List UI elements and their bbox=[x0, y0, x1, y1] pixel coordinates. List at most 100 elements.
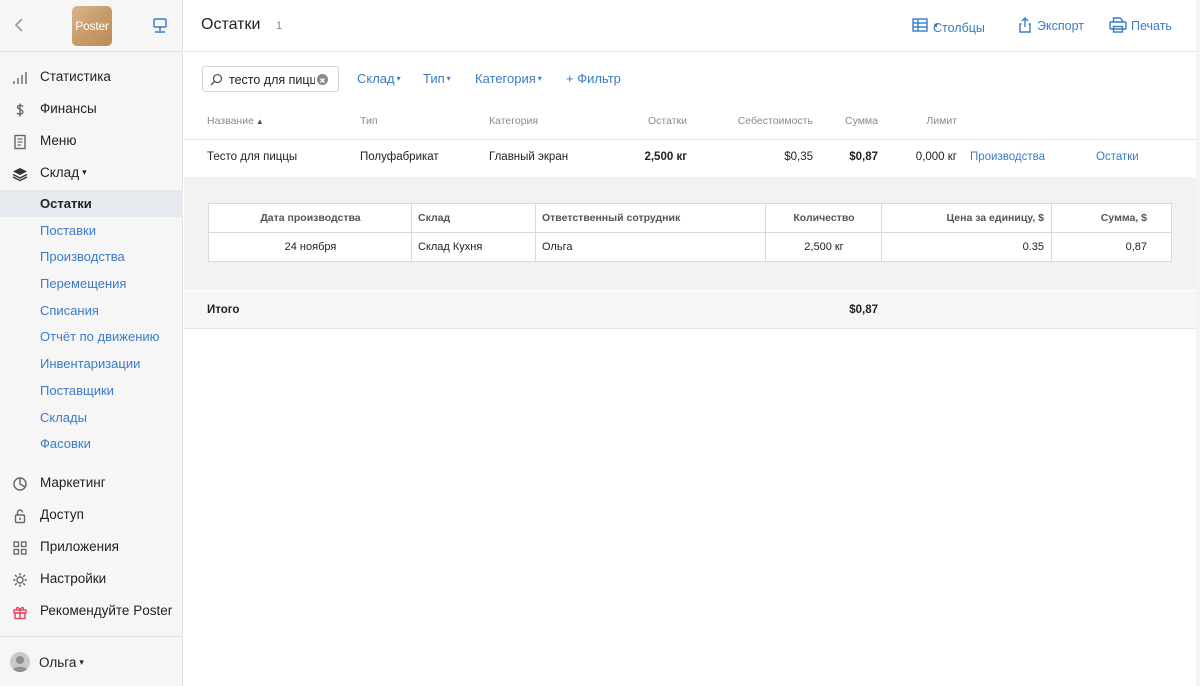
export-button[interactable]: Экспорт bbox=[1017, 17, 1087, 35]
export-icon bbox=[1019, 17, 1031, 33]
detail-cell-sum-text: 0,87 bbox=[1125, 241, 1147, 253]
sidebar-item-access[interactable]: Доступ bbox=[0, 500, 183, 532]
detail-header-employee-text: Ответственный сотрудник bbox=[542, 212, 681, 224]
sidebar-item-recommend[interactable]: Рекомендуйте Poster bbox=[0, 596, 183, 628]
sidebar-item-menu[interactable]: Меню bbox=[0, 126, 183, 158]
sidebar-item-supplies[interactable]: Поставки bbox=[0, 217, 183, 244]
sidebar-item-label: Меню bbox=[40, 133, 77, 148]
detail-header-warehouse: Склад bbox=[412, 204, 536, 233]
filter-warehouse-label: Склад bbox=[357, 71, 395, 86]
search-icon bbox=[210, 73, 223, 86]
sidebar-item-label: Финансы bbox=[40, 101, 97, 116]
sidebar-item-marketing[interactable]: Маркетинг bbox=[0, 468, 183, 500]
items-count: 1 bbox=[276, 20, 283, 32]
poster-logo[interactable]: Poster bbox=[72, 6, 112, 46]
detail-header-warehouse-text: Склад bbox=[418, 212, 451, 224]
sidebar-item-balances[interactable]: Остатки bbox=[0, 190, 183, 217]
detail-cell-quantity-text: 2,500 кг bbox=[804, 241, 844, 253]
grid-icon bbox=[12, 540, 28, 556]
sidebar-item-inventories[interactable]: Инвентаризации bbox=[0, 350, 183, 377]
caret-down-icon: ▾ bbox=[82, 167, 87, 177]
detail-header-date-text: Дата производства bbox=[260, 212, 361, 224]
warehouse-submenu: Остатки Поставки Производства Перемещени… bbox=[0, 190, 183, 457]
sidebar-item-storages[interactable]: Склады bbox=[0, 404, 183, 431]
scrollbar-track[interactable] bbox=[1196, 0, 1200, 686]
column-header-name-text: Название bbox=[207, 115, 254, 127]
detail-cell-unit-price-text: 0.35 bbox=[1022, 241, 1044, 253]
column-header-type[interactable]: Тип bbox=[360, 115, 378, 127]
detail-cell-unit-price: 0.35 bbox=[882, 233, 1052, 262]
columns-button[interactable]: Столбцы ▾ bbox=[912, 17, 992, 35]
detail-header-employee: Ответственный сотрудник bbox=[536, 204, 766, 233]
print-label: Печать bbox=[1131, 19, 1172, 33]
back-chevron-icon[interactable] bbox=[10, 14, 30, 36]
sidebar-item-apps[interactable]: Приложения bbox=[0, 532, 183, 564]
columns-label-text: Столбцы bbox=[933, 21, 985, 35]
caret-down-icon: ▾ bbox=[396, 74, 401, 83]
sidebar-item-finances[interactable]: Финансы bbox=[0, 94, 183, 126]
pos-terminal-icon[interactable] bbox=[150, 16, 170, 36]
user-name-text: Ольга bbox=[39, 655, 77, 670]
sidebar-item-statistics[interactable]: Статистика bbox=[0, 62, 183, 94]
sidebar-item-settings[interactable]: Настройки bbox=[0, 564, 183, 596]
row-details-panel: Дата производства Склад Ответственный со… bbox=[184, 177, 1200, 290]
column-header-category[interactable]: Категория bbox=[489, 115, 538, 127]
sidebar-item-label: Рекомендуйте Poster bbox=[40, 602, 173, 618]
gear-icon bbox=[12, 572, 28, 588]
clear-search-icon[interactable] bbox=[317, 74, 328, 85]
caret-down-icon: ▾ bbox=[934, 21, 939, 30]
document-icon bbox=[12, 134, 28, 150]
filter-type[interactable]: Тип ▾ bbox=[423, 71, 451, 86]
caret-down-icon: ▾ bbox=[446, 74, 451, 83]
sidebar-nav: Статистика Финансы Меню Склад ▾ Остатки … bbox=[0, 62, 183, 628]
avatar bbox=[10, 652, 30, 672]
sidebar-item-productions[interactable]: Производства bbox=[0, 243, 183, 270]
warehouse-label: Склад bbox=[40, 165, 80, 180]
sidebar-item-label: Производства bbox=[40, 249, 125, 265]
sidebar-item-label: Списания bbox=[40, 302, 99, 318]
pie-icon bbox=[12, 476, 28, 492]
search-input[interactable] bbox=[229, 71, 315, 88]
sidebar-item-label: Склады bbox=[40, 409, 87, 425]
page-header: Остатки 1 Столбцы ▾ Экспорт Печать bbox=[184, 0, 1200, 52]
print-button[interactable]: Печать bbox=[1109, 17, 1174, 35]
sidebar-item-suppliers[interactable]: Поставщики bbox=[0, 377, 183, 404]
detail-cell-warehouse: Склад Кухня bbox=[412, 233, 536, 262]
column-header-limit[interactable]: Лимит bbox=[857, 115, 957, 127]
caret-down-icon: ▾ bbox=[537, 74, 542, 83]
sidebar-item-writeoffs[interactable]: Списания bbox=[0, 297, 183, 324]
lock-icon bbox=[12, 508, 28, 524]
filter-category[interactable]: Категория ▾ bbox=[475, 71, 542, 86]
export-label: Экспорт bbox=[1037, 19, 1084, 33]
cell-name: Тесто для пиццы bbox=[207, 151, 298, 163]
sidebar-item-label: Перемещения bbox=[40, 276, 127, 292]
sidebar-item-transfers[interactable]: Перемещения bbox=[0, 270, 183, 297]
detail-header-quantity: Количество bbox=[766, 204, 882, 233]
sidebar-item-movement-report[interactable]: Отчёт по движению bbox=[0, 323, 183, 350]
filter-warehouse[interactable]: Склад ▾ bbox=[357, 71, 401, 86]
sidebar-item-packings[interactable]: Фасовки bbox=[0, 430, 183, 457]
cell-type: Полуфабрикат bbox=[360, 151, 439, 163]
add-filter-button[interactable]: + Фильтр bbox=[566, 71, 621, 86]
detail-header-unit-price-text: Цена за единицу, $ bbox=[946, 212, 1044, 224]
detail-header-unit-price: Цена за единицу, $ bbox=[882, 204, 1052, 233]
balances-link[interactable]: Остатки bbox=[1096, 151, 1139, 163]
productions-link[interactable]: Производства bbox=[970, 151, 1045, 163]
search-field[interactable] bbox=[202, 66, 339, 92]
sidebar-header: Poster bbox=[0, 0, 183, 52]
caret-down-icon: ▾ bbox=[79, 657, 84, 667]
detail-cell-employee: Ольга bbox=[536, 233, 766, 262]
cell-limit: 0,000 кг bbox=[915, 151, 957, 163]
sidebar-item-label: Поставки bbox=[40, 222, 96, 238]
filter-category-label: Категория bbox=[475, 71, 536, 86]
column-header-name[interactable]: Название ▲ bbox=[207, 115, 264, 127]
user-menu[interactable]: Ольга ▾ bbox=[0, 636, 183, 686]
column-header-balance[interactable]: Остатки bbox=[587, 115, 687, 127]
detail-cell-warehouse-text: Склад Кухня bbox=[418, 241, 483, 253]
layers-icon bbox=[12, 166, 28, 182]
sidebar-item-label: Доступ bbox=[40, 506, 84, 522]
sidebar-item-label: Маркетинг bbox=[40, 474, 106, 490]
gift-icon bbox=[12, 604, 28, 620]
bar-chart-icon bbox=[12, 70, 28, 86]
sidebar-item-warehouse[interactable]: Склад ▾ bbox=[0, 158, 183, 190]
